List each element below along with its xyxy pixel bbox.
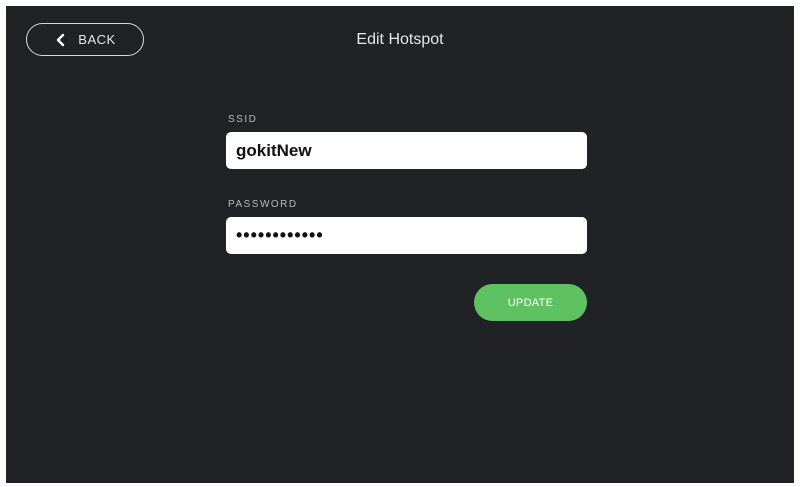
update-button-label: UPDATE — [507, 296, 554, 309]
password-label: PASSWORD — [228, 199, 298, 210]
update-button[interactable]: UPDATE — [474, 284, 587, 321]
ssid-label: SSID — [228, 114, 258, 125]
ssid-input[interactable]: gokitNew — [226, 132, 587, 169]
password-input[interactable]: •••••••••••• — [226, 217, 587, 254]
page-title: Edit Hotspot — [356, 31, 444, 48]
password-value: •••••••••••• — [236, 225, 324, 245]
ssid-value: gokitNew — [236, 140, 312, 160]
app-screen: BACK Edit Hotspot SSID gokitNew PASSWORD… — [6, 6, 794, 483]
